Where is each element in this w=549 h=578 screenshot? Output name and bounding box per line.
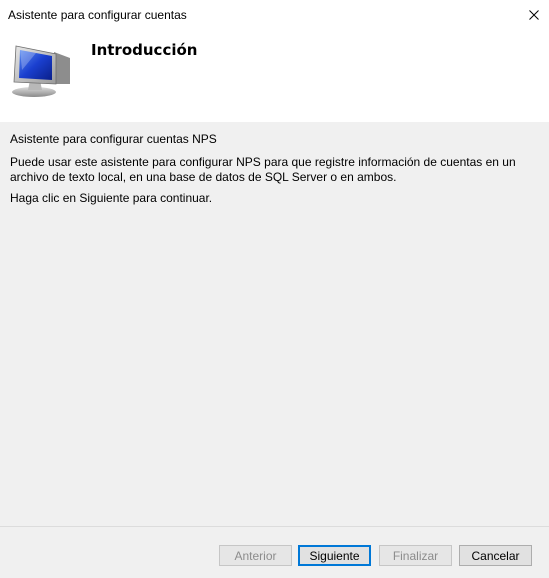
close-icon xyxy=(529,10,539,20)
wizard-content: Asistente para configurar cuentas NPS Pu… xyxy=(0,122,549,526)
window-title: Asistente para configurar cuentas xyxy=(8,8,187,22)
title-bar: Asistente para configurar cuentas xyxy=(0,0,549,30)
back-button[interactable]: Anterior xyxy=(219,545,292,566)
finish-button[interactable]: Finalizar xyxy=(379,545,452,566)
page-title: Introducción xyxy=(91,41,198,59)
wizard-footer: Anterior Siguiente Finalizar Cancelar xyxy=(0,527,549,578)
wizard-header: Introducción xyxy=(0,30,549,122)
intro-description-text: Puede usar este asistente para configura… xyxy=(10,155,516,184)
next-button[interactable]: Siguiente xyxy=(298,545,371,566)
wizard-window: Asistente para configurar cuentas Introd… xyxy=(0,0,549,578)
intro-instruction-text: Haga clic en Siguiente para continuar. xyxy=(10,191,213,205)
cancel-button[interactable]: Cancelar xyxy=(459,545,532,566)
intro-heading-text: Asistente para configurar cuentas NPS xyxy=(10,132,217,146)
monitor-icon xyxy=(12,45,70,97)
close-button[interactable] xyxy=(519,0,549,30)
